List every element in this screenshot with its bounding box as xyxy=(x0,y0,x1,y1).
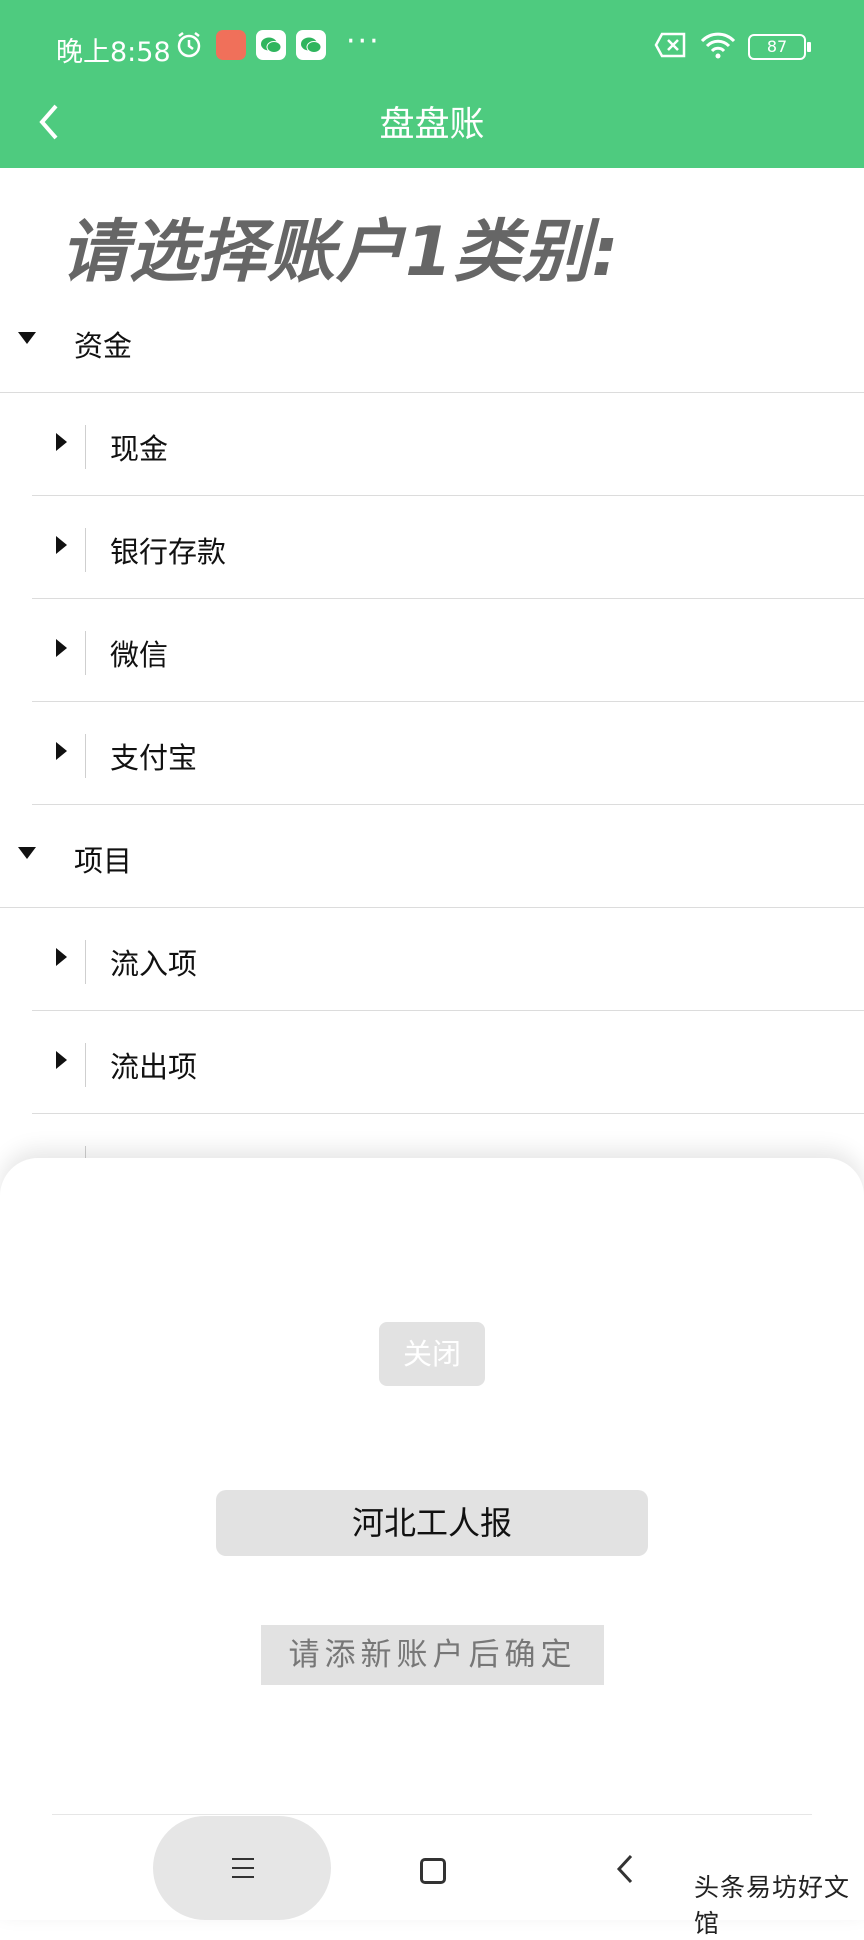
collapsed-triangle-icon xyxy=(56,433,67,451)
tree-item-label: 微信 xyxy=(110,638,169,672)
tree-item-label: 银行存款 xyxy=(110,535,227,569)
collapsed-triangle-icon xyxy=(56,948,67,966)
red-app-icon xyxy=(216,30,246,60)
collapsed-triangle-icon xyxy=(56,1051,67,1069)
battery-icon: 87 xyxy=(748,34,811,60)
tree-item-label: 支付宝 xyxy=(110,741,198,775)
tree-item-alipay[interactable]: 支付宝 xyxy=(0,702,864,805)
nav-back-icon[interactable] xyxy=(614,1852,636,1886)
divider xyxy=(85,528,86,572)
status-bar: 晚上8:58 ··· 87 xyxy=(0,0,864,95)
collapsed-triangle-icon xyxy=(56,639,67,657)
expanded-triangle-icon xyxy=(18,847,36,859)
confirm-button[interactable]: 请添新账户后确定 xyxy=(261,1625,604,1685)
menu-icon xyxy=(232,1858,254,1878)
top-bar: 晚上8:58 ··· 87 盘盘账 xyxy=(0,0,864,168)
tree-item-inflow[interactable]: 流入项 xyxy=(0,908,864,1011)
tree-item-label: 流入项 xyxy=(110,947,198,981)
tree-group-label: 资金 xyxy=(74,329,133,363)
alarm-clock-icon xyxy=(174,30,204,60)
tree-group-projects[interactable]: 项目 xyxy=(0,805,864,908)
bottom-sheet: 关闭 河北工人报 请添新账户后确定 xyxy=(0,1158,864,1920)
account-name-button[interactable]: 河北工人报 xyxy=(216,1490,648,1556)
divider xyxy=(85,940,86,984)
category-heading: 请选择账户1类别: xyxy=(60,213,620,292)
close-button[interactable]: 关闭 xyxy=(379,1322,485,1386)
tree-item-wechat[interactable]: 微信 xyxy=(0,599,864,702)
tree-item-bank-deposit[interactable]: 银行存款 xyxy=(0,496,864,599)
tree-item-outflow[interactable]: 流出项 xyxy=(0,1011,864,1114)
wechat-icon xyxy=(296,30,326,60)
tree-group-funds[interactable]: 资金 xyxy=(0,290,864,393)
sim-icon xyxy=(654,30,688,60)
wifi-icon xyxy=(700,30,736,60)
tree-item-cash[interactable]: 现金 xyxy=(0,393,864,496)
tree-item-label: 流出项 xyxy=(110,1050,198,1084)
divider xyxy=(85,425,86,469)
divider xyxy=(85,1043,86,1087)
divider xyxy=(52,1814,812,1815)
status-time: 晚上8:58 xyxy=(56,37,171,68)
divider xyxy=(85,631,86,675)
category-tree: 资金 现金 银行存款 微信 支付宝 项目 流入项 流出项 xyxy=(0,290,864,1217)
wechat-icon xyxy=(256,30,286,60)
more-notifications-icon: ··· xyxy=(346,24,381,59)
expanded-triangle-icon xyxy=(18,332,36,344)
nav-home-icon[interactable] xyxy=(420,1858,446,1884)
nav-menu-button[interactable] xyxy=(153,1816,331,1920)
watermark-text: 头条易坊好文馆 xyxy=(694,1873,851,1938)
divider xyxy=(85,734,86,778)
page-title: 盘盘账 xyxy=(379,105,485,145)
collapsed-triangle-icon xyxy=(56,742,67,760)
collapsed-triangle-icon xyxy=(56,536,67,554)
tree-group-label: 项目 xyxy=(74,844,133,878)
tree-item-label: 现金 xyxy=(110,432,169,466)
